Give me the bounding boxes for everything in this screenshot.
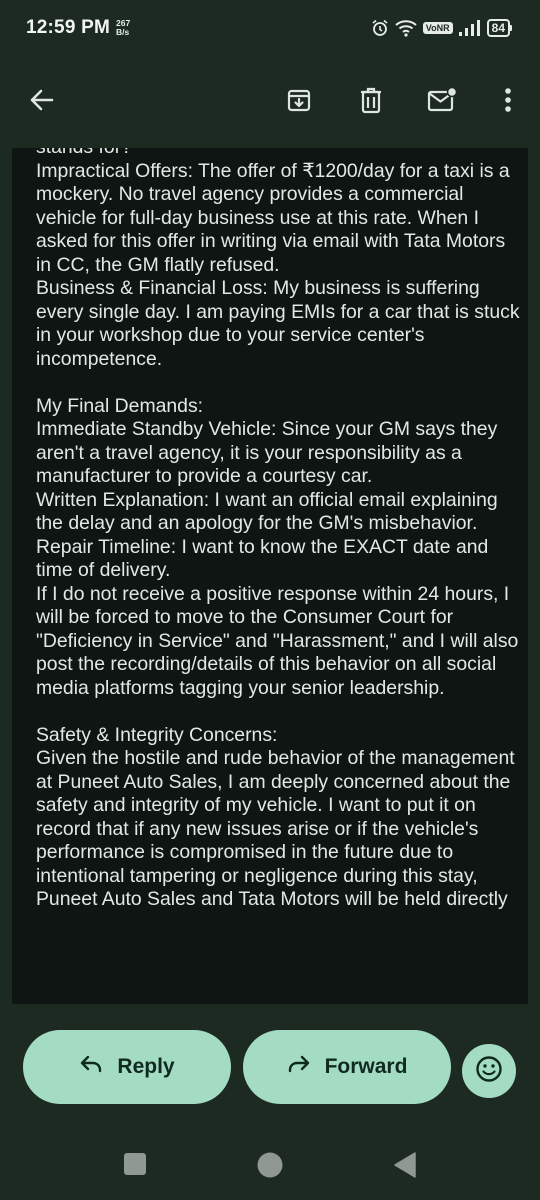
status-time: 12:59 PM [26,17,110,38]
smiley-icon [474,1054,504,1089]
status-icons: VoNR 84 [371,19,512,37]
archive-button[interactable] [275,78,323,126]
signal-icon [458,20,481,36]
message-line: Written Explanation: I want an official … [36,488,498,535]
reply-button[interactable]: Reply [23,1030,231,1104]
archive-icon [286,87,312,118]
delete-icon [358,86,384,119]
wifi-icon [395,19,417,37]
message-line: Immediate Standby Vehicle: Since your GM… [36,418,498,487]
more-options-button[interactable] [484,78,532,126]
back-nav-button[interactable] [393,1152,417,1183]
back-arrow-icon [28,86,56,119]
mark-unread-button[interactable] [418,78,466,126]
message-line: Given the hostile and rude behavior of t… [36,747,515,910]
reply-label: Reply [117,1055,175,1078]
battery-level: 84 [486,19,510,37]
message-line: Impractical Offers: The offer of ₹1200/d… [36,159,510,276]
back-button[interactable] [18,78,66,126]
message-line: My Final Demands: [36,394,204,417]
home-circle-icon [257,1152,283,1183]
message-line: stands for? [36,148,521,160]
forward-label: Forward [324,1055,408,1078]
emoji-reaction-button[interactable] [462,1044,516,1098]
forward-icon [287,1054,311,1080]
message-line: If I do not receive a positive response … [36,582,519,699]
message-text: stands for? Impractical Offers: The offe… [36,148,521,912]
recents-square-icon [123,1152,147,1181]
alarm-icon [371,19,389,37]
message-actions: Reply Forward [0,1030,540,1104]
message-line: Safety & Integrity Concerns: [36,723,278,746]
message-line: Repair Timeline: I want to know the EXAC… [36,535,489,582]
forward-button[interactable]: Forward [243,1030,451,1104]
back-triangle-icon [393,1152,417,1183]
status-bar: 12:59 PM 267 B/s VoNR 84 [0,0,540,56]
message-toolbar [0,72,540,132]
vonr-badge: VoNR [422,22,453,34]
network-speed: 267 B/s [116,19,130,37]
more-vert-icon [504,87,512,118]
message-body[interactable]: stands for? Impractical Offers: The offe… [12,148,528,1004]
network-speed-unit: B/s [115,27,130,37]
message-line: Business & Financial Loss: My business i… [36,277,520,370]
reply-icon [79,1054,103,1080]
delete-button[interactable] [347,78,395,126]
home-button[interactable] [257,1152,283,1183]
recents-button[interactable] [123,1152,147,1181]
mark-unread-icon [427,86,458,118]
battery-icon: 84 [486,19,512,37]
system-nav-bar [0,1140,540,1190]
